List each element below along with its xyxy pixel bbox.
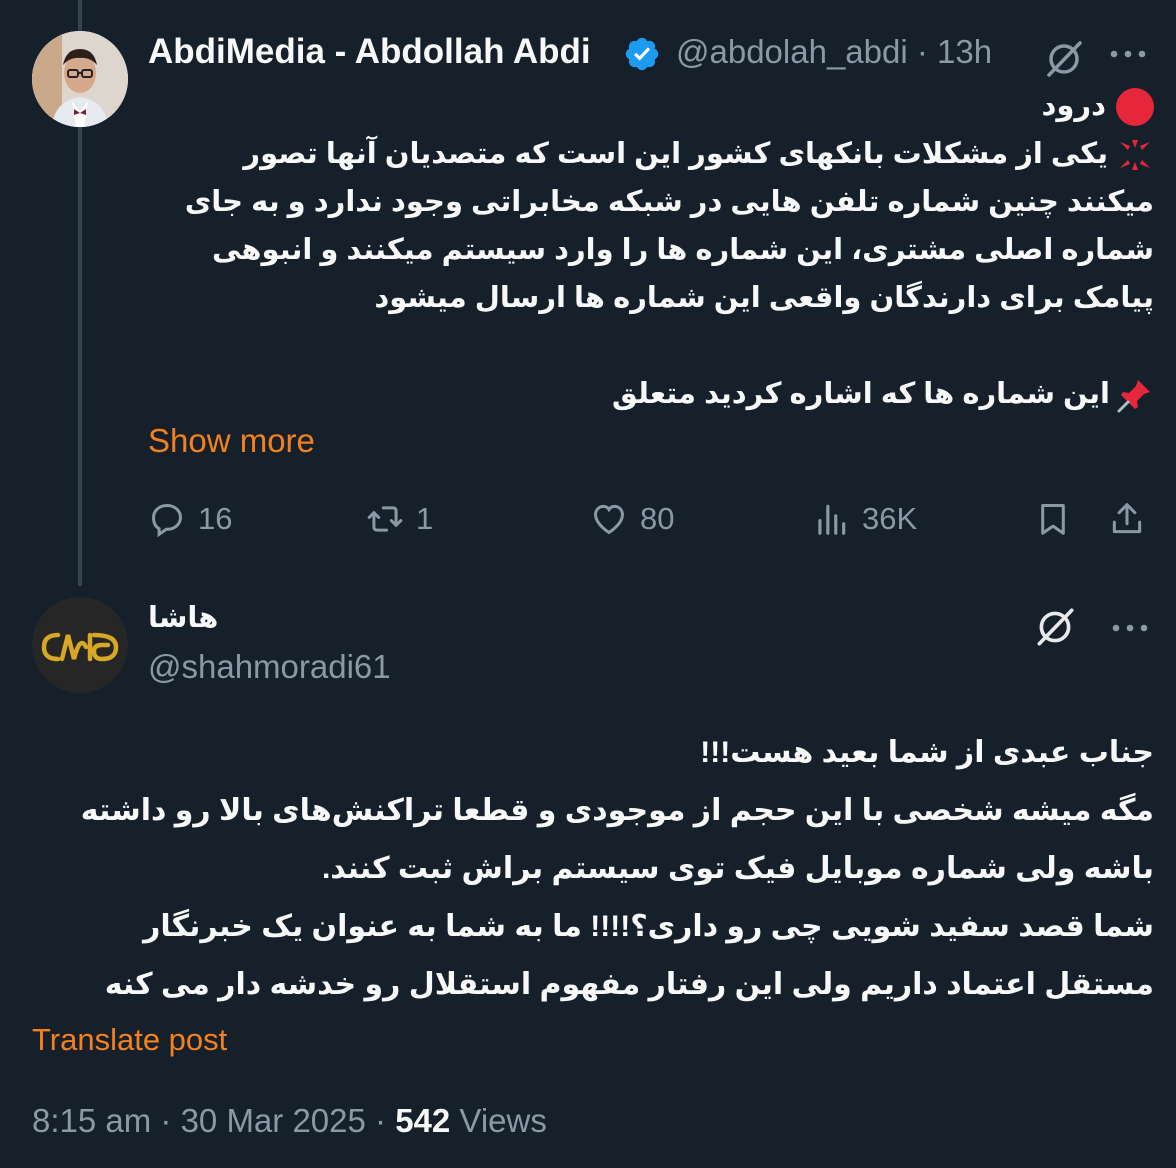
hasha-logo — [32, 597, 128, 693]
pushpin-icon — [1117, 380, 1150, 413]
views-label: Views — [459, 1102, 547, 1139]
post-line: یکی از مشکلات بانکهای کشور این است که مت… — [184, 138, 1154, 314]
author-avatar[interactable] — [32, 31, 128, 127]
like-button[interactable]: 80 — [590, 498, 674, 540]
post-time[interactable]: 13h — [937, 33, 992, 70]
author-handle[interactable]: @abdolah_abdi — [676, 33, 908, 70]
grok-icon[interactable] — [1032, 604, 1078, 650]
bookmark-button[interactable] — [1034, 498, 1072, 540]
verified-badge-icon — [625, 37, 659, 71]
repost-button[interactable]: 1 — [366, 498, 433, 540]
more-options-icon[interactable] — [1108, 49, 1148, 59]
share-button[interactable] — [1108, 498, 1146, 540]
reply-author-handle[interactable]: @shahmoradi61 — [148, 648, 391, 686]
views-button[interactable]: 36K — [812, 498, 917, 540]
reply-author-avatar[interactable] — [32, 597, 128, 693]
repost-icon — [367, 506, 403, 532]
post-line: درود — [164, 82, 1154, 130]
reply-line: شما قصد سفید شویی چی رو داری؟!!!! ما به … — [104, 910, 1154, 1001]
red-circle-icon — [1116, 88, 1154, 127]
bookmark-icon — [1041, 504, 1065, 535]
reply-button[interactable]: 16 — [148, 498, 232, 540]
more-options-icon[interactable] — [1110, 623, 1150, 633]
grok-icon[interactable] — [1042, 37, 1086, 81]
post-line: این شماره ها که اشاره کردید متعلق — [164, 370, 1154, 418]
reply-icon — [152, 504, 182, 538]
reply-line: مگه میشه شخصی با این حجم از موجودی و قطع… — [80, 794, 1154, 885]
analytics-icon — [818, 504, 846, 535]
author-name[interactable]: AbdiMedia - Abdollah Abdi — [148, 32, 591, 72]
translate-post-link[interactable]: Translate post — [32, 1022, 227, 1058]
timestamp[interactable]: 8:15 am · 30 Mar 2025 · — [32, 1102, 386, 1139]
reply-author-name[interactable]: هاشا — [148, 600, 218, 635]
reply-line: جناب عبدی از شما بعید هست!!! — [700, 736, 1154, 769]
reply-body: جناب عبدی از شما بعید هست!!! مگه میشه شخ… — [54, 724, 1154, 1014]
views-count: 542 — [395, 1102, 451, 1139]
post-metadata: 8:15 am · 30 Mar 2025 · 542 Views — [32, 1102, 547, 1140]
author-handle-time: @abdolah_abdi · 13h — [676, 33, 992, 71]
separator: · — [916, 33, 928, 70]
show-more-link[interactable]: Show more — [148, 422, 315, 460]
anger-symbol-icon — [1120, 140, 1150, 171]
heart-icon — [594, 504, 624, 535]
post-body: درود یکی از مشکلات بانکهای کشور این است … — [164, 82, 1154, 418]
share-icon — [1112, 503, 1142, 534]
